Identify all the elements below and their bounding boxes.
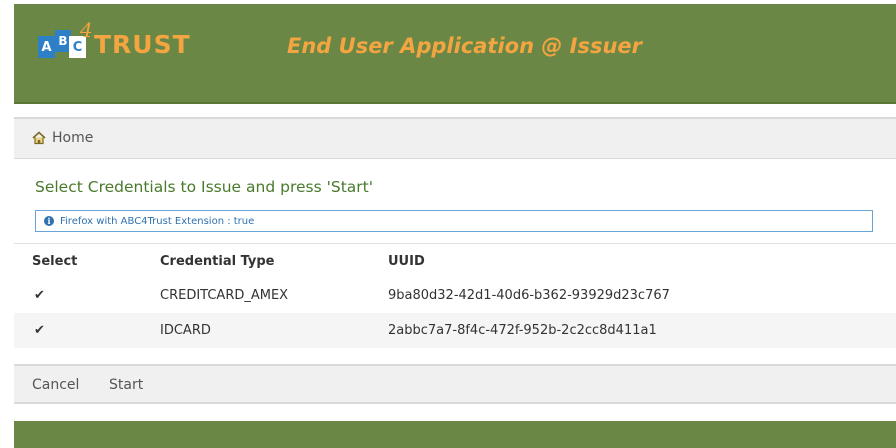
action-bar: Cancel Start <box>14 364 896 404</box>
logo-letter-a: A <box>38 36 55 58</box>
app-header: A B C 4 TRUST End User Application @ Iss… <box>14 4 896 104</box>
table-row[interactable]: ✔ CREDITCARD_AMEX 9ba80d32-42d1-40d6-b36… <box>14 278 896 313</box>
page-heading: Select Credentials to Issue and press 'S… <box>35 178 373 196</box>
app-title: End User Application @ Issuer <box>287 34 643 58</box>
table-header-row: Select Credential Type UUID <box>14 243 896 278</box>
navbar: Home <box>14 117 896 159</box>
credential-type-cell: IDCARD <box>160 323 211 338</box>
logo-number-4: 4 <box>80 18 93 42</box>
cancel-button[interactable]: Cancel <box>32 377 79 393</box>
page-footer <box>14 421 896 448</box>
home-link[interactable]: Home <box>32 130 93 146</box>
credentials-table: Select Credential Type UUID ✔ CREDITCARD… <box>14 243 896 348</box>
start-button[interactable]: Start <box>109 377 143 393</box>
home-label: Home <box>52 130 94 146</box>
uuid-cell: 2abbc7a7-8f4c-472f-952b-2c2cc8d411a1 <box>388 323 657 338</box>
info-icon: i <box>44 216 54 226</box>
home-icon <box>32 131 46 145</box>
column-header-select: Select <box>32 253 78 269</box>
logo-word-trust: TRUST <box>94 30 191 59</box>
select-checkbox[interactable]: ✔ <box>34 323 45 338</box>
credential-type-cell: CREDITCARD_AMEX <box>160 288 289 303</box>
select-checkbox[interactable]: ✔ <box>34 288 45 303</box>
uuid-cell: 9ba80d32-42d1-40d6-b362-93929d23c767 <box>388 288 670 303</box>
extension-info-alert: i Firefox with ABC4Trust Extension : tru… <box>35 210 873 232</box>
info-text: Firefox with ABC4Trust Extension : true <box>60 215 255 227</box>
abc4trust-logo: A B C 4 TRUST <box>38 18 238 59</box>
column-header-credential-type: Credential Type <box>160 253 275 269</box>
table-row[interactable]: ✔ IDCARD 2abbc7a7-8f4c-472f-952b-2c2cc8d… <box>14 313 896 348</box>
column-header-uuid: UUID <box>388 253 425 269</box>
